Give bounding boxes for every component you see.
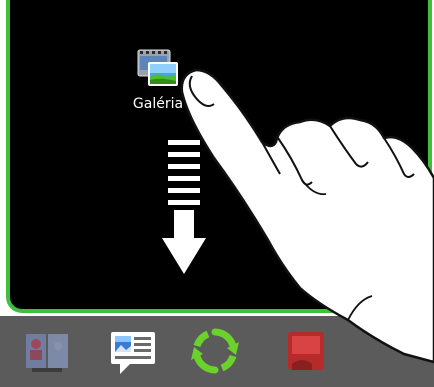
sync-icon[interactable]	[190, 326, 240, 376]
drag-down-arrow-icon	[162, 140, 206, 274]
home-screen-panel: Galéria	[6, 0, 432, 313]
dock-bar	[0, 316, 434, 387]
gallery-label: Galéria	[132, 96, 184, 112]
phone-icon[interactable]	[282, 326, 332, 376]
screen: Galéria	[0, 0, 434, 387]
messages-icon[interactable]	[108, 326, 158, 376]
gallery-icon	[137, 49, 178, 86]
contacts-icon[interactable]	[22, 326, 72, 376]
gallery-shortcut[interactable]: Galéria	[122, 48, 194, 122]
